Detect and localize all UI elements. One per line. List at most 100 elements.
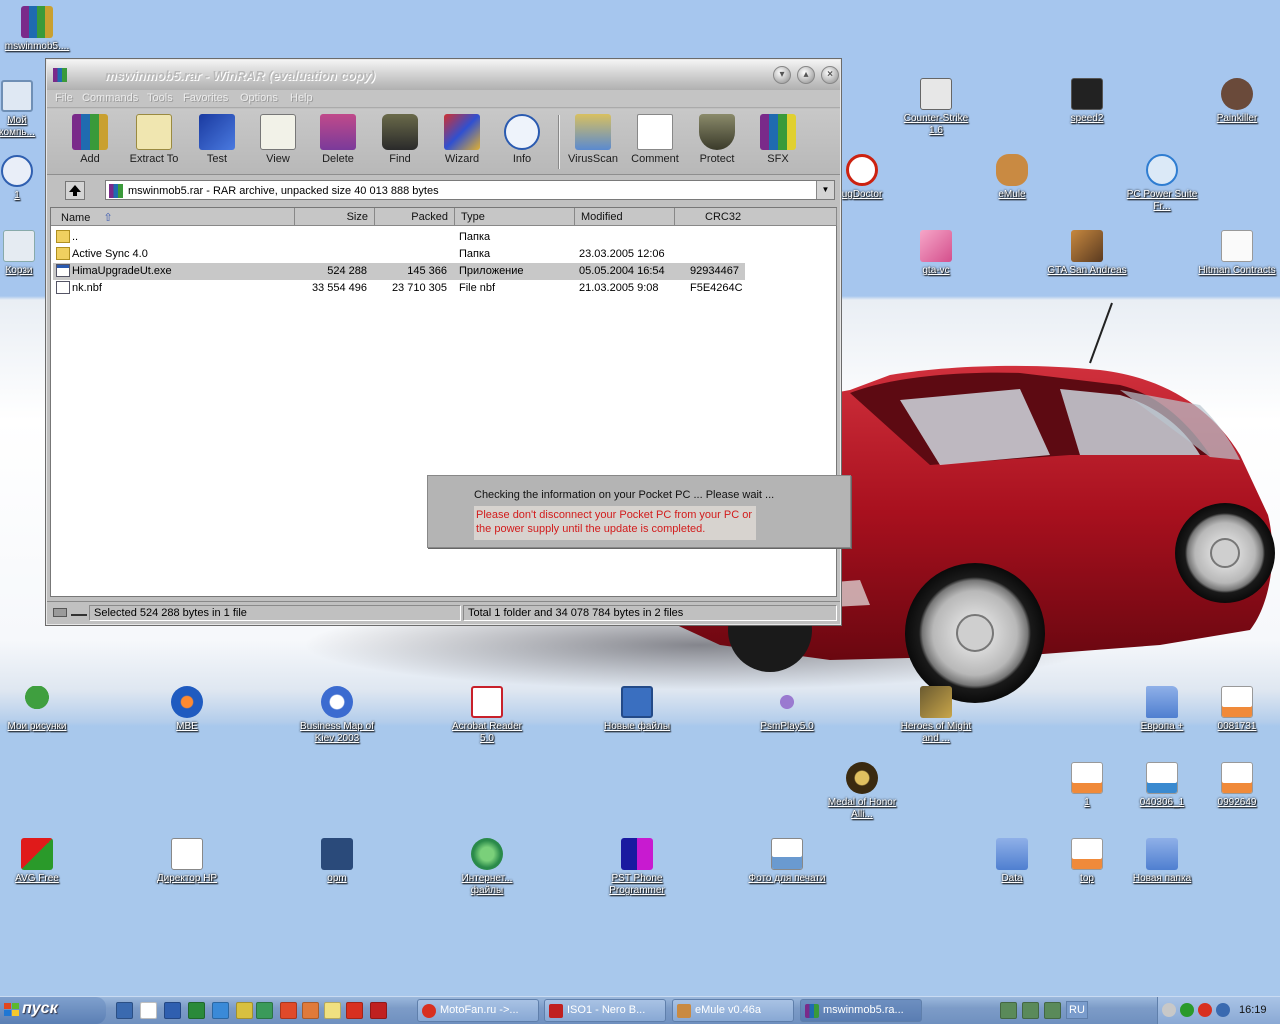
word-icon[interactable]	[164, 1002, 181, 1019]
ps-icon[interactable]	[256, 1002, 273, 1019]
opera-red-icon[interactable]	[370, 1002, 387, 1019]
desktop-icon-new-files[interactable]: Новые файлы	[597, 686, 677, 733]
clock-icon[interactable]	[324, 1002, 341, 1019]
menu-commands[interactable]: Commands	[82, 92, 138, 104]
media-player-icon[interactable]	[140, 1002, 157, 1019]
delete-button[interactable]: Delete	[308, 114, 368, 165]
desktop-icon-painkiller[interactable]: Painkiller	[1197, 78, 1277, 125]
tray-sync-icon[interactable]	[1022, 1002, 1039, 1019]
update-progress-dialog: Checking the information on your Pocket …	[427, 475, 851, 548]
winrar-icon	[805, 1004, 819, 1018]
desktop-icon-acrobat[interactable]: Acrobat Reader 5.0	[447, 686, 527, 745]
desktop-icon-opm[interactable]: opm	[297, 838, 377, 885]
desktop-icon-psmplay[interactable]: PsmPlay5.0	[747, 686, 827, 733]
desktop-icon-top[interactable]: top	[1047, 838, 1127, 885]
tray-network-icon[interactable]	[1000, 1002, 1017, 1019]
desktop-icon-word[interactable]: 1	[0, 155, 42, 202]
tray-green-icon[interactable]	[1180, 1003, 1194, 1017]
desktop-icon-0992649[interactable]: 0992649	[1197, 762, 1277, 809]
task-motofan[interactable]: MotoFan.ru ->...	[417, 999, 539, 1022]
menu-favorites[interactable]: Favorites	[183, 92, 228, 104]
desktop-icon-pc-power-suite[interactable]: PC Power Suite Fr...	[1122, 154, 1202, 213]
desktop-icon-avg[interactable]: AVG Free	[0, 838, 77, 885]
desktop-icon-my-pictures[interactable]: Мои рисунки	[0, 686, 77, 733]
start-button[interactable]: пуск	[0, 997, 106, 1024]
virusscan-button[interactable]: VirusScan	[563, 114, 623, 165]
menu-options[interactable]: Options	[240, 92, 278, 104]
column-crc32[interactable]: CRC32	[675, 208, 837, 226]
desktop-icon-hitman[interactable]: Hitman Contracts	[1197, 230, 1277, 277]
nero-icon[interactable]	[346, 1002, 363, 1019]
comment-button[interactable]: Comment	[625, 114, 685, 165]
desktop-icon-business-map[interactable]: Business Map of Kiev 2003	[297, 686, 377, 745]
desktop-icon-my-computer[interactable]: Мой компь...	[0, 80, 44, 139]
task-emule[interactable]: eMule v0.46a	[672, 999, 794, 1022]
table-row[interactable]: .. Папка	[53, 229, 745, 246]
table-row[interactable]: Active Sync 4.0 Папка 23.03.2005 12:06	[53, 246, 745, 263]
desktop-icon-mbe[interactable]: MBE	[147, 686, 227, 733]
extract-to-button[interactable]: Extract To	[124, 114, 184, 165]
close-button[interactable]: ×	[821, 66, 839, 84]
icon-label: 040306_1	[1139, 797, 1185, 808]
title-bar[interactable]: mswinmob5.rar - WinRAR (evaluation copy)…	[47, 60, 840, 90]
sfx-button[interactable]: SFX	[748, 114, 808, 165]
menu-file[interactable]: File	[55, 92, 73, 104]
column-modified[interactable]: Modified	[575, 208, 675, 226]
delete-icon	[320, 114, 356, 150]
desktop-icon-director-hp[interactable]: Директор HP	[147, 838, 227, 885]
menu-tools[interactable]: Tools	[147, 92, 173, 104]
view-button[interactable]: View	[248, 114, 308, 165]
desktop-icon-europe[interactable]: Европа +	[1122, 686, 1202, 733]
opera-icon[interactable]	[280, 1002, 297, 1019]
icon-label: 1	[1084, 797, 1090, 808]
address-field[interactable]: mswinmob5.rar - RAR archive, unpacked si…	[105, 180, 835, 200]
outlook-icon[interactable]	[302, 1002, 319, 1019]
add-button[interactable]: Add	[60, 114, 120, 165]
desktop-icon-speed2[interactable]: speed2	[1047, 78, 1127, 125]
desktop-icon-counter-strike[interactable]: Counter-Strike 1.6	[896, 78, 976, 137]
desktop-icon-data[interactable]: Data	[972, 838, 1052, 885]
minimize-button[interactable]: ▾	[773, 66, 791, 84]
desktop-icon-recycle[interactable]: Корзи	[0, 230, 44, 277]
tray-red-icon[interactable]	[1198, 1003, 1212, 1017]
desktop-icon-1[interactable]: 1	[1047, 762, 1127, 809]
column-type[interactable]: Type	[455, 208, 575, 226]
desktop-icon[interactable]	[116, 1002, 133, 1019]
table-row[interactable]: nk.nbf 33 554 496 23 710 305 File nbf 21…	[53, 280, 745, 297]
desktop-icon-040306[interactable]: 040306_1	[1122, 762, 1202, 809]
tray-expand-icon[interactable]	[1162, 1003, 1176, 1017]
column-name[interactable]: Name ⇧	[51, 208, 295, 226]
desktop-icon-gta-sa[interactable]: GTA San Andreas	[1047, 230, 1127, 277]
acrobat-icon[interactable]	[236, 1002, 253, 1019]
up-folder-button[interactable]	[65, 181, 85, 200]
column-size[interactable]: Size	[295, 208, 375, 226]
protect-button[interactable]: Protect	[687, 114, 747, 165]
ie-icon[interactable]	[212, 1002, 229, 1019]
info-button[interactable]: Info	[492, 114, 552, 165]
address-dropdown-button[interactable]: ▼	[816, 181, 834, 199]
task-nero[interactable]: ISO1 - Nero B...	[544, 999, 666, 1022]
find-button[interactable]: Find	[370, 114, 430, 165]
excel-icon[interactable]	[188, 1002, 205, 1019]
maximize-button[interactable]: ▴	[797, 66, 815, 84]
desktop-icon-photo-print[interactable]: Фото для печати	[747, 838, 827, 885]
wizard-button[interactable]: Wizard	[432, 114, 492, 165]
desktop-icon-0081731[interactable]: 0081731	[1197, 686, 1277, 733]
language-indicator[interactable]: RU	[1066, 1001, 1088, 1019]
desktop-icon-emule[interactable]: eMule	[972, 154, 1052, 201]
tray-blue-icon[interactable]	[1216, 1003, 1230, 1017]
desktop-icon-mswinmob5[interactable]: mswinmob5....	[0, 6, 77, 53]
desktop-icon-new-folder[interactable]: Новая папка	[1122, 838, 1202, 885]
desktop-icon-internet-files[interactable]: Интернет... файлы	[447, 838, 527, 897]
test-button[interactable]: Test	[187, 114, 247, 165]
desktop-icon-medal-of-honor[interactable]: Medal of Honor Alli...	[822, 762, 902, 821]
tray-device-icon[interactable]	[1044, 1002, 1061, 1019]
desktop-icon-gta-vc[interactable]: gta-vc	[896, 230, 976, 277]
menu-help[interactable]: Help	[290, 92, 313, 104]
column-packed[interactable]: Packed	[375, 208, 455, 226]
table-row-selected[interactable]: HimaUpgradeUt.exe 524 288 145 366 Прилож…	[53, 263, 745, 280]
desktop-icon-pst-phone[interactable]: PST Phone Programmer	[597, 838, 677, 897]
desktop-icon-heroes[interactable]: Heroes of Might and ...	[896, 686, 976, 745]
task-winrar[interactable]: mswinmob5.ra...	[800, 999, 922, 1022]
ie-icon	[1146, 154, 1178, 186]
